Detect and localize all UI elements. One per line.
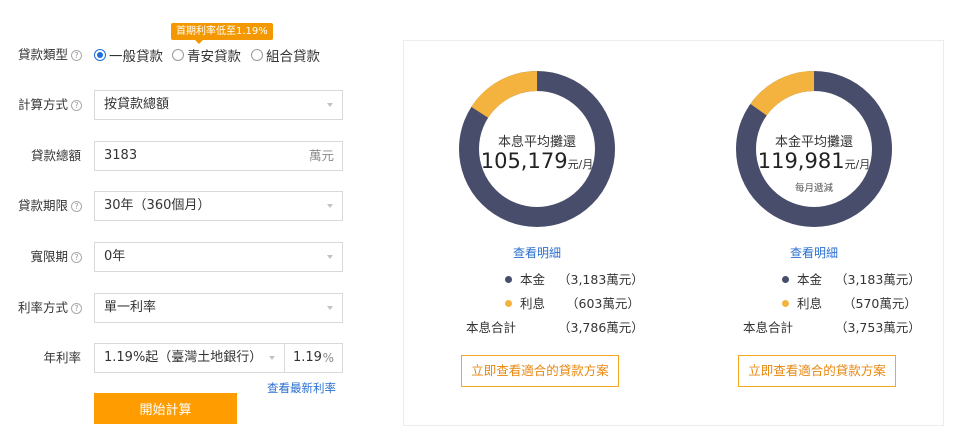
principal-label: 本金 bbox=[520, 272, 546, 287]
view-loan-plans-button[interactable]: 立即查看適合的貸款方案 bbox=[461, 355, 619, 387]
interest-value: （570萬元） bbox=[843, 296, 917, 311]
loan-amount-value: 3183 bbox=[104, 148, 138, 163]
loan-amount-input[interactable]: 3183 萬元 bbox=[94, 141, 343, 171]
chevron-down-icon bbox=[327, 204, 333, 208]
monthly-payment-unit: 元/月 bbox=[567, 158, 594, 171]
loan-form: 貸款類型? 首期利率低至1.19% 一般貸款 青安貸款 組合貸款 計算方式? 按… bbox=[0, 0, 360, 445]
rate-method-label: 利率方式? bbox=[0, 300, 82, 316]
interest-dot bbox=[782, 300, 789, 307]
radio-indicator[interactable] bbox=[172, 49, 184, 61]
interest-value: （603萬元） bbox=[566, 296, 640, 311]
annual-rate-bank-select[interactable]: 1.19%起（臺灣土地銀行） bbox=[94, 343, 285, 373]
grace-period-label-text: 寬限期 bbox=[30, 249, 68, 264]
loan-amount-unit: 萬元 bbox=[308, 148, 334, 163]
principal-legend-row: 本金 （3,183萬元） bbox=[437, 272, 644, 288]
annual-rate-value: 1.19 bbox=[293, 350, 322, 365]
loan-term-value: 30年（360個月） bbox=[104, 198, 211, 213]
rate-method-value: 單一利率 bbox=[104, 300, 157, 315]
loan-amount-label: 貸款總額 bbox=[0, 148, 81, 164]
result-title: 本息平均攤還 bbox=[497, 135, 576, 150]
grace-period-label: 寬限期? bbox=[0, 249, 82, 265]
chevron-down-icon bbox=[327, 103, 333, 107]
loan-term-select[interactable]: 30年（360個月） bbox=[94, 191, 343, 221]
radio-youth-loan-label: 青安貸款 bbox=[187, 49, 241, 65]
radio-general-loan[interactable]: 一般貸款 bbox=[94, 45, 163, 65]
total-row: 本息合計 （3,786萬元） bbox=[437, 320, 644, 336]
annual-rate-input[interactable]: 1.19 % bbox=[284, 343, 343, 373]
calc-method-value: 按貸款總額 bbox=[104, 97, 170, 112]
principal-dot bbox=[782, 276, 789, 283]
monthly-payment-amount: 105,179 bbox=[480, 149, 568, 173]
help-circle-icon[interactable]: ? bbox=[71, 100, 82, 111]
principal-label: 本金 bbox=[797, 272, 823, 287]
view-details-link[interactable]: 查看明細 bbox=[437, 244, 637, 261]
tooltip-arrow bbox=[195, 40, 203, 44]
help-circle-icon[interactable]: ? bbox=[71, 303, 82, 314]
annual-rate-unit: % bbox=[322, 351, 334, 365]
grace-period-select[interactable]: 0年 bbox=[94, 242, 343, 272]
chevron-down-icon bbox=[327, 255, 333, 259]
radio-youth-loan[interactable]: 青安貸款 bbox=[172, 45, 241, 65]
annual-rate-label: 年利率 bbox=[0, 350, 81, 366]
view-details-link[interactable]: 查看明細 bbox=[714, 244, 914, 261]
radio-general-loan-label: 一般貸款 bbox=[109, 49, 163, 65]
calc-method-label: 計算方式? bbox=[0, 97, 82, 113]
loan-term-label-text: 貸款期限 bbox=[17, 198, 68, 213]
interest-legend-row: 利息 （570萬元） bbox=[714, 296, 917, 312]
payment-subnote: 每月遞減 bbox=[794, 183, 833, 194]
results-panel: 本息平均攤還 105,179元/月 查看明細 本金 （3,183萬元） 利息 （… bbox=[403, 40, 944, 426]
calc-method-select[interactable]: 按貸款總額 bbox=[94, 90, 343, 120]
loan-type-label: 貸款類型? bbox=[0, 47, 82, 63]
interest-legend-row: 利息 （603萬元） bbox=[437, 296, 640, 312]
radio-combined-loan[interactable]: 組合貸款 bbox=[251, 45, 320, 65]
interest-label: 利息 bbox=[797, 296, 823, 311]
principal-value: （3,183萬元） bbox=[835, 272, 921, 287]
latest-rate-link[interactable]: 查看最新利率 bbox=[267, 380, 336, 396]
monthly-payment-amount: 119,981 bbox=[757, 149, 845, 173]
help-circle-icon[interactable]: ? bbox=[71, 50, 82, 61]
total-value: （3,753萬元） bbox=[835, 320, 921, 335]
help-circle-icon[interactable]: ? bbox=[71, 201, 82, 212]
radio-indicator-checked[interactable] bbox=[94, 49, 106, 61]
loan-amount-label-text: 貸款總額 bbox=[30, 148, 81, 163]
annual-rate-bank-value: 1.19%起（臺灣土地銀行） bbox=[104, 350, 263, 365]
annual-rate-label-text: 年利率 bbox=[43, 350, 81, 365]
rate-method-select[interactable]: 單一利率 bbox=[94, 293, 343, 323]
radio-combined-loan-label: 組合貸款 bbox=[266, 49, 320, 65]
total-label: 本息合計 bbox=[466, 320, 517, 335]
result-title: 本金平均攤還 bbox=[774, 135, 853, 150]
help-circle-icon[interactable]: ? bbox=[71, 252, 82, 263]
view-loan-plans-button[interactable]: 立即查看適合的貸款方案 bbox=[738, 355, 896, 387]
interest-label: 利息 bbox=[520, 296, 546, 311]
monthly-payment-unit: 元/月 bbox=[844, 158, 871, 171]
start-calculation-button[interactable]: 開始計算 bbox=[94, 393, 237, 424]
monthly-payment: 105,179元/月 bbox=[437, 149, 637, 173]
promo-tooltip: 首期利率低至1.19% bbox=[171, 23, 273, 40]
interest-dot bbox=[505, 300, 512, 307]
loan-term-label: 貸款期限? bbox=[0, 198, 82, 214]
principal-value: （3,183萬元） bbox=[558, 272, 644, 287]
total-label: 本息合計 bbox=[743, 320, 794, 335]
monthly-payment: 119,981元/月 bbox=[714, 149, 914, 173]
chevron-down-icon bbox=[269, 356, 275, 360]
grace-period-value: 0年 bbox=[104, 249, 126, 264]
principal-legend-row: 本金 （3,183萬元） bbox=[714, 272, 921, 288]
loan-type-label-text: 貸款類型 bbox=[17, 47, 68, 62]
promo-tooltip-text: 首期利率低至1.19% bbox=[176, 26, 268, 37]
chevron-down-icon bbox=[327, 306, 333, 310]
principal-dot bbox=[505, 276, 512, 283]
total-value: （3,786萬元） bbox=[558, 320, 644, 335]
radio-indicator[interactable] bbox=[251, 49, 263, 61]
calc-method-label-text: 計算方式 bbox=[17, 97, 68, 112]
rate-method-label-text: 利率方式 bbox=[17, 300, 68, 315]
total-row: 本息合計 （3,753萬元） bbox=[714, 320, 921, 336]
